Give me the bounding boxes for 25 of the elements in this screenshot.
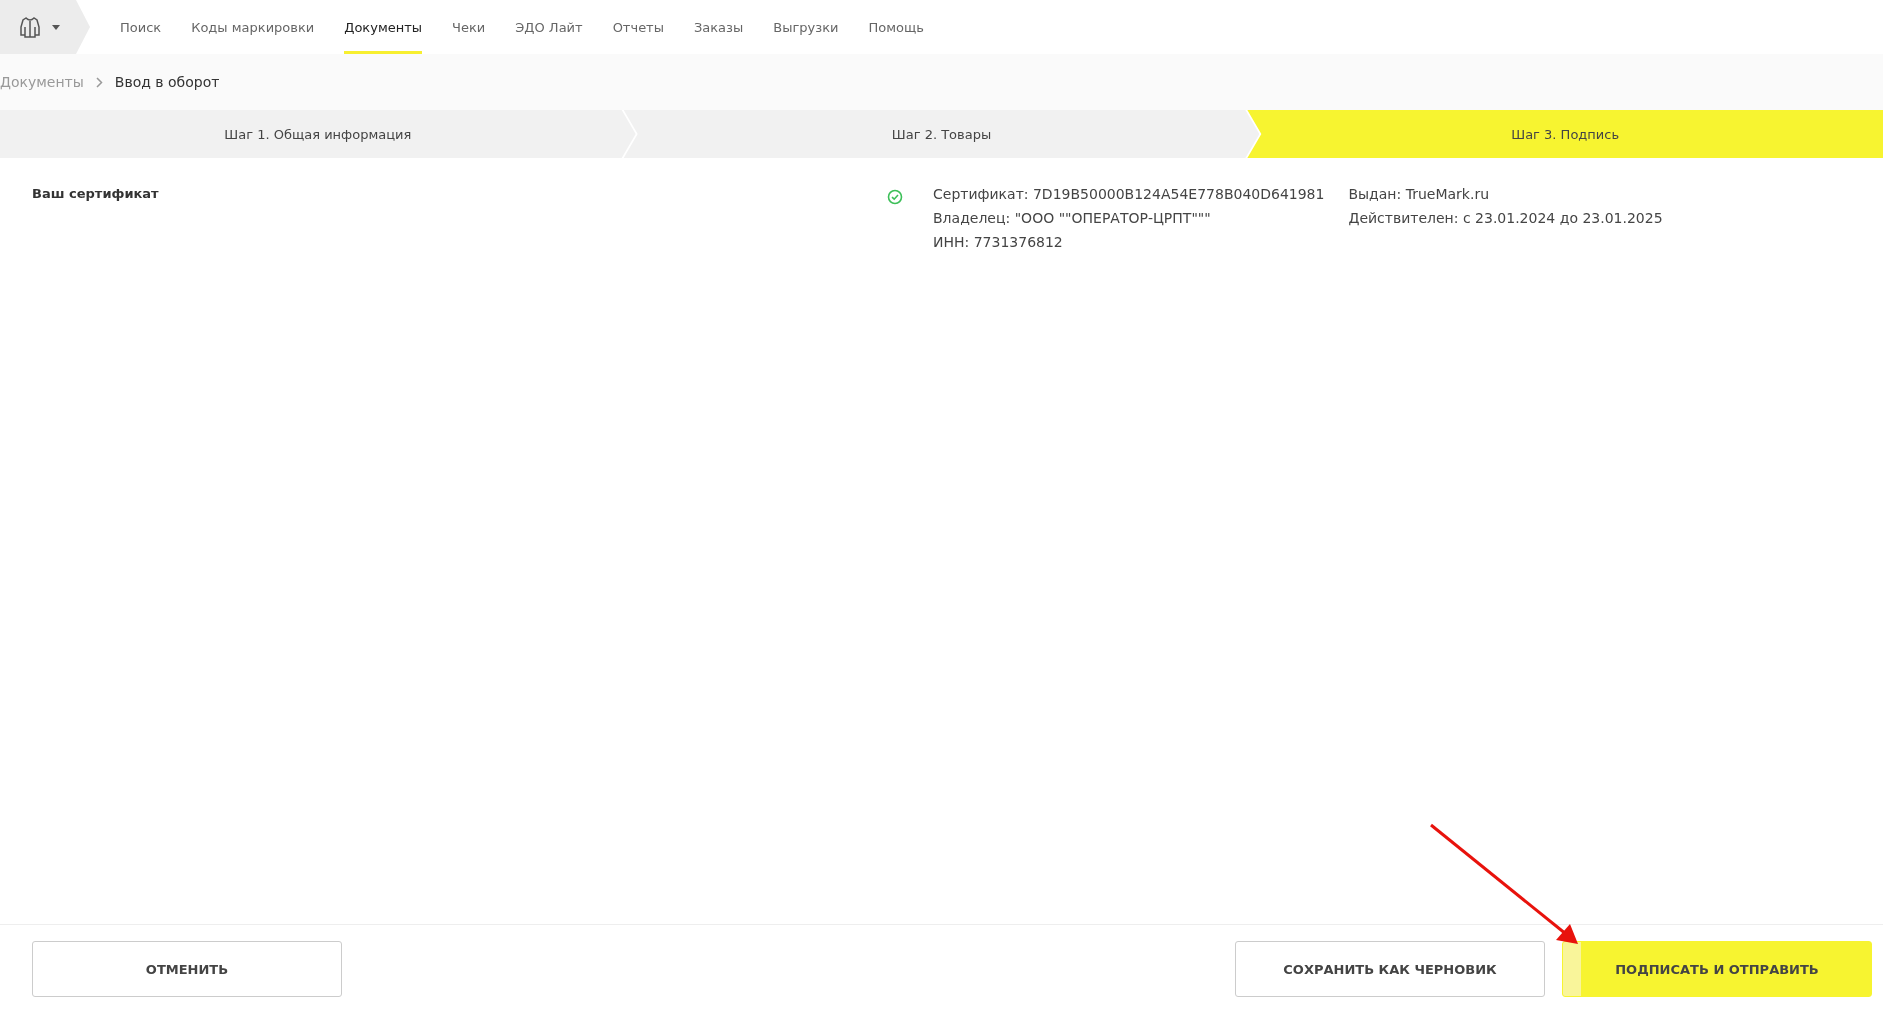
wizard-step[interactable]: Шаг 2. Товары [623,110,1260,158]
nav-tab[interactable]: Заказы [693,0,744,54]
wizard-step[interactable]: Шаг 3. Подпись [1247,110,1883,158]
action-button[interactable]: ОТМЕНИТЬ [32,941,342,997]
nav-tab[interactable]: Отчеты [612,0,664,54]
jacket-icon [18,15,42,39]
certificate-label: Ваш сертификат [32,186,160,203]
certificate-detail: ИНН: 7731376812 [933,234,1064,250]
caret-icon [52,24,60,30]
nav-tab[interactable]: Коды маркировки [191,0,315,54]
nav-tab[interactable]: Помощь [868,0,924,54]
action-button[interactable]: СОХРАНИТЬ КАК ЧЕРНОВИК [1235,941,1545,997]
chevron-right-icon [95,76,103,88]
logo-menu-button[interactable] [0,0,90,54]
nav-tab[interactable]: ЭДО Лайт [515,0,583,54]
nav-tab[interactable]: Чеки [452,0,486,54]
page-title: Ввод в оборот [114,74,220,90]
submit-button[interactable]: ПОДПИСАТЬ И ОТПРАВИТЬ [1562,941,1872,997]
nav-tab[interactable]: Поиск [120,0,162,54]
certificate-detail: Владелец: "ООО ""ОПЕРАТОР-ЦРПТ""" [933,210,1212,226]
certificate-detail: Выдан: TrueMark.ru [1348,186,1490,202]
wizard-step[interactable]: Шаг 1. Общая информация [0,110,636,158]
certificate-detail: Сертификат: 7D19B50000B124A54E778B040D641981 [933,186,1325,202]
certificate-detail: Действителен: с 23.01.2024 до 23.01.2025 [1348,210,1663,226]
nav-tab[interactable]: Выгрузки [773,0,839,54]
